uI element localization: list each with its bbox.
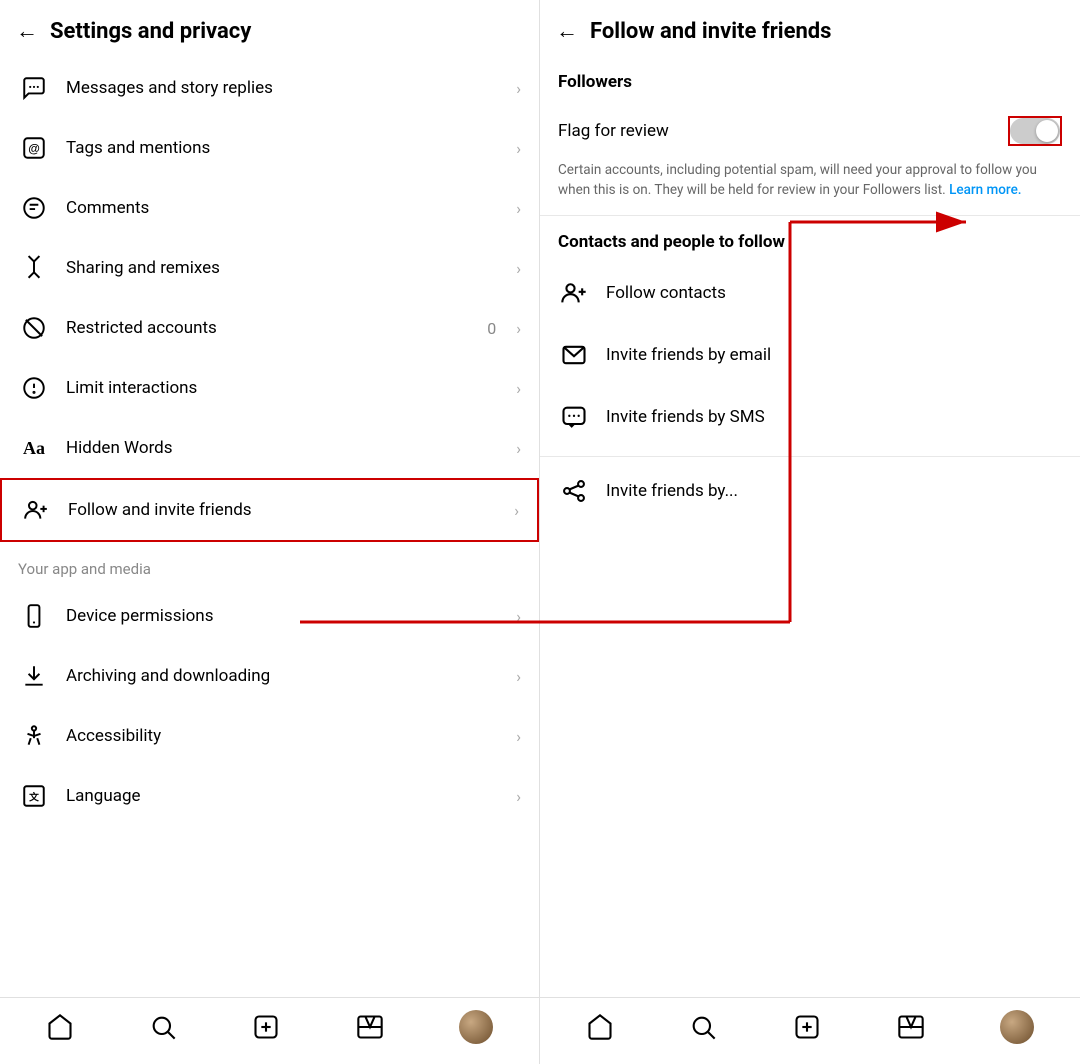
comments-label: Comments bbox=[66, 198, 500, 218]
archiving-icon bbox=[18, 660, 50, 692]
right-panel: ← Follow and invite friends Followers Fl… bbox=[540, 0, 1080, 1064]
right-content: Followers Flag for review Certain accoun… bbox=[540, 58, 1080, 997]
hidden-icon: Aa bbox=[18, 432, 50, 464]
settings-item-limit[interactable]: Limit interactions › bbox=[0, 358, 539, 418]
left-nav-avatar[interactable] bbox=[459, 1010, 493, 1044]
invite-sms-icon bbox=[558, 401, 590, 433]
comments-chevron: › bbox=[516, 199, 521, 218]
messages-label: Messages and story replies bbox=[66, 78, 500, 98]
left-bottom-nav bbox=[0, 997, 539, 1064]
accessibility-icon bbox=[18, 720, 50, 752]
settings-item-follow[interactable]: Follow and invite friends › bbox=[0, 478, 539, 542]
followers-section-header: Followers bbox=[540, 58, 1080, 102]
invite-email-icon bbox=[558, 339, 590, 371]
invite-sms-label: Invite friends by SMS bbox=[606, 407, 765, 427]
limit-label: Limit interactions bbox=[66, 378, 500, 398]
right-bottom-nav bbox=[540, 997, 1080, 1064]
left-nav-reel[interactable] bbox=[356, 1013, 384, 1041]
left-nav-add[interactable] bbox=[252, 1013, 280, 1041]
language-chevron: › bbox=[516, 787, 521, 806]
right-item-invite-other[interactable]: Invite friends by... bbox=[540, 456, 1080, 522]
comments-icon bbox=[18, 192, 50, 224]
app-media-section-label: Your app and media bbox=[0, 542, 539, 586]
flag-description: Certain accounts, including potential sp… bbox=[540, 160, 1080, 216]
settings-item-messages[interactable]: Messages and story replies › bbox=[0, 58, 539, 118]
sharing-icon bbox=[18, 252, 50, 284]
restricted-icon bbox=[18, 312, 50, 344]
limit-icon bbox=[18, 372, 50, 404]
right-panel-title: Follow and invite friends bbox=[590, 19, 831, 44]
accessibility-label: Accessibility bbox=[66, 726, 500, 746]
device-icon bbox=[18, 600, 50, 632]
follow-label: Follow and invite friends bbox=[68, 500, 498, 520]
archiving-label: Archiving and downloading bbox=[66, 666, 500, 686]
left-nav-home[interactable] bbox=[46, 1013, 74, 1041]
settings-item-restricted[interactable]: Restricted accounts 0 › bbox=[0, 298, 539, 358]
messages-chevron: › bbox=[516, 79, 521, 98]
flag-review-row: Flag for review bbox=[540, 102, 1080, 160]
right-nav-search[interactable] bbox=[689, 1013, 717, 1041]
settings-item-sharing[interactable]: Sharing and remixes › bbox=[0, 238, 539, 298]
flag-review-toggle[interactable] bbox=[1010, 118, 1060, 144]
follow-contacts-label: Follow contacts bbox=[606, 283, 726, 303]
settings-item-language[interactable]: 文 Language › bbox=[0, 766, 539, 826]
contacts-section-header: Contacts and people to follow bbox=[540, 216, 1080, 262]
follow-contacts-icon bbox=[558, 277, 590, 309]
right-item-follow-contacts[interactable]: Follow contacts bbox=[540, 262, 1080, 324]
left-header: ← Settings and privacy bbox=[0, 0, 539, 58]
follow-icon bbox=[20, 494, 52, 526]
settings-list: Messages and story replies › @ Tags and … bbox=[0, 58, 539, 997]
tags-chevron: › bbox=[516, 139, 521, 158]
left-nav-search[interactable] bbox=[149, 1013, 177, 1041]
left-back-button[interactable]: ← bbox=[16, 18, 38, 44]
settings-item-comments[interactable]: Comments › bbox=[0, 178, 539, 238]
settings-item-accessibility[interactable]: Accessibility › bbox=[0, 706, 539, 766]
right-item-invite-sms[interactable]: Invite friends by SMS bbox=[540, 386, 1080, 448]
messages-icon bbox=[18, 72, 50, 104]
settings-item-device[interactable]: Device permissions › bbox=[0, 586, 539, 646]
accessibility-chevron: › bbox=[516, 727, 521, 746]
right-nav-reel[interactable] bbox=[897, 1013, 925, 1041]
right-item-invite-email[interactable]: Invite friends by email bbox=[540, 324, 1080, 386]
svg-text:@: @ bbox=[28, 141, 40, 155]
sharing-label: Sharing and remixes bbox=[66, 258, 500, 278]
left-panel-title: Settings and privacy bbox=[50, 19, 251, 44]
limit-chevron: › bbox=[516, 379, 521, 398]
language-label: Language bbox=[66, 786, 500, 806]
hidden-label: Hidden Words bbox=[66, 438, 500, 458]
flag-review-toggle-wrapper bbox=[1008, 116, 1062, 146]
invite-email-label: Invite friends by email bbox=[606, 345, 771, 365]
settings-item-hidden[interactable]: Aa Hidden Words › bbox=[0, 418, 539, 478]
flag-review-label: Flag for review bbox=[558, 121, 669, 141]
sharing-chevron: › bbox=[516, 259, 521, 278]
tags-label: Tags and mentions bbox=[66, 138, 500, 158]
follow-chevron: › bbox=[514, 501, 519, 520]
restricted-chevron: › bbox=[516, 319, 521, 338]
settings-item-tags[interactable]: @ Tags and mentions › bbox=[0, 118, 539, 178]
settings-item-archiving[interactable]: Archiving and downloading › bbox=[0, 646, 539, 706]
right-nav-avatar[interactable] bbox=[1000, 1010, 1034, 1044]
device-chevron: › bbox=[516, 607, 521, 626]
hidden-chevron: › bbox=[516, 439, 521, 458]
restricted-badge: 0 bbox=[487, 319, 496, 338]
device-label: Device permissions bbox=[66, 606, 500, 626]
right-header: ← Follow and invite friends bbox=[540, 0, 1080, 58]
tags-icon: @ bbox=[18, 132, 50, 164]
svg-text:文: 文 bbox=[29, 790, 39, 803]
invite-other-label: Invite friends by... bbox=[606, 481, 738, 501]
learn-more-link[interactable]: Learn more. bbox=[949, 182, 1022, 198]
archiving-chevron: › bbox=[516, 667, 521, 686]
restricted-label: Restricted accounts bbox=[66, 318, 471, 338]
language-icon: 文 bbox=[18, 780, 50, 812]
right-nav-add[interactable] bbox=[793, 1013, 821, 1041]
left-panel: ← Settings and privacy Messages and stor… bbox=[0, 0, 540, 1064]
invite-other-icon bbox=[558, 475, 590, 507]
right-nav-home[interactable] bbox=[586, 1013, 614, 1041]
right-back-button[interactable]: ← bbox=[556, 18, 578, 44]
toggle-knob bbox=[1036, 120, 1058, 142]
